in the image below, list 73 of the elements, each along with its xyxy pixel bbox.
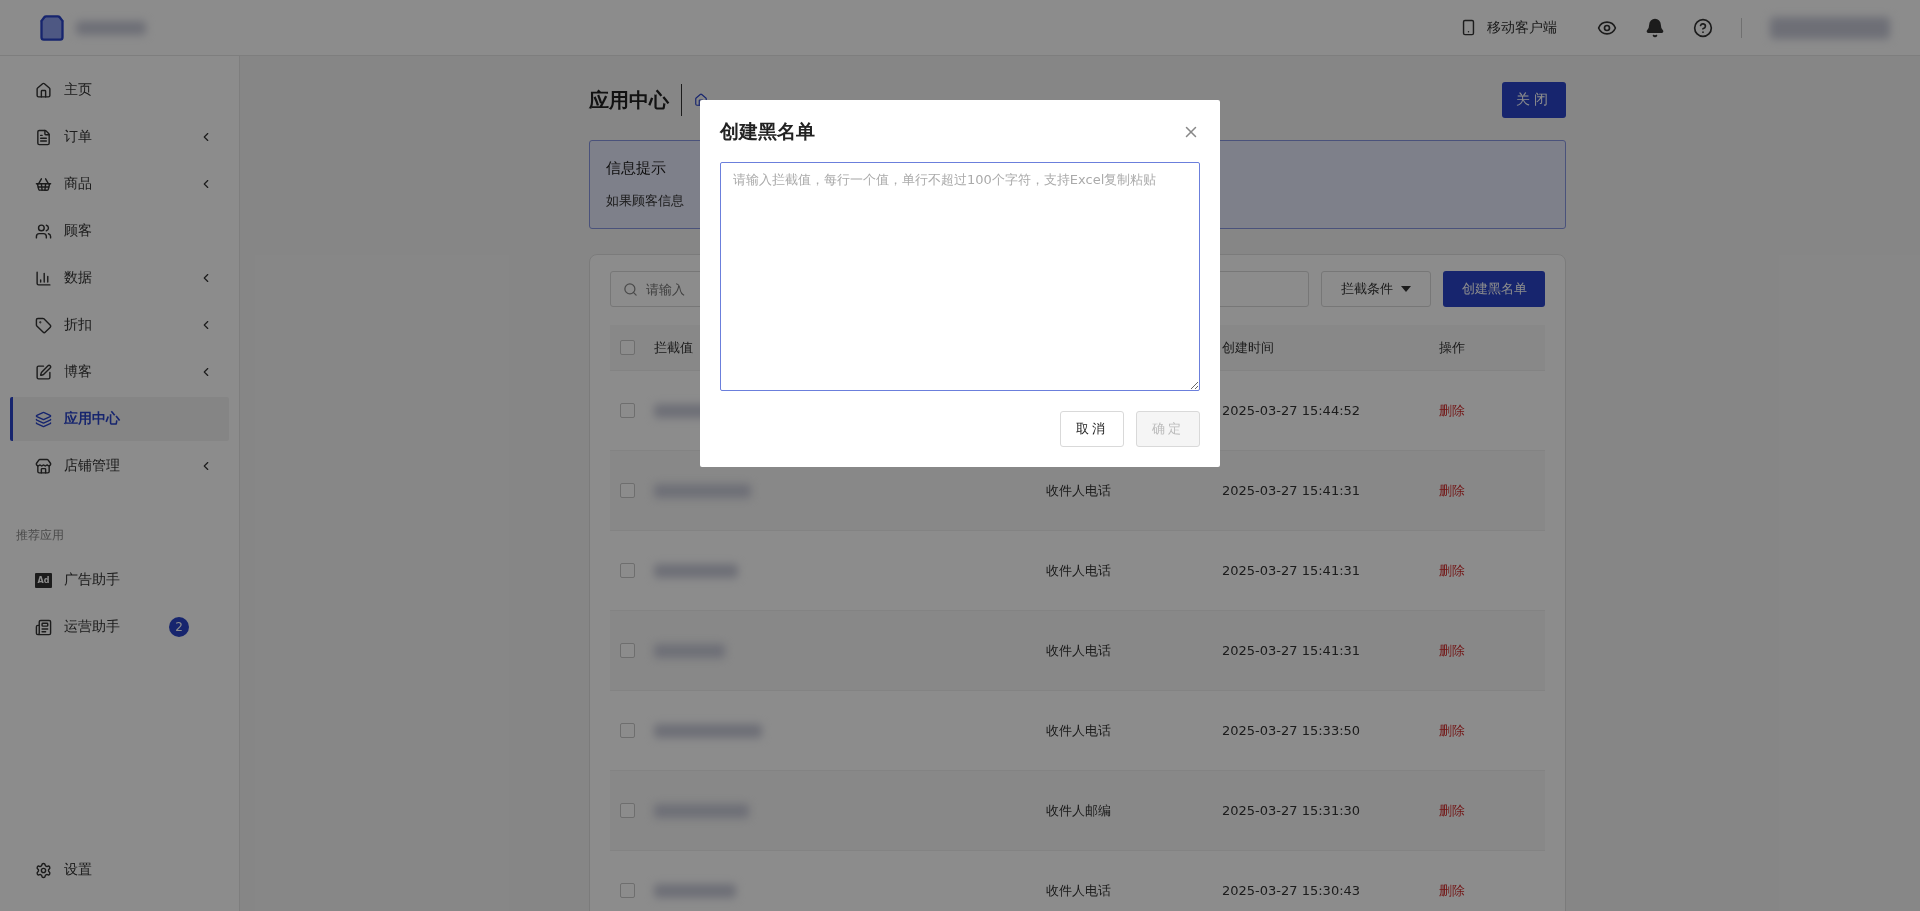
delete-link[interactable]: 删除 [1439, 402, 1465, 418]
delete-link[interactable]: 删除 [1439, 722, 1465, 738]
section-title: 推荐应用 [16, 527, 65, 544]
delete-link[interactable]: 删除 [1439, 802, 1465, 818]
page-title: 应用中心 [589, 86, 669, 114]
table-cell-text: 收件人电话 [1046, 721, 1112, 740]
count-badge: 2 [169, 617, 189, 637]
checkbox[interactable] [620, 803, 635, 818]
bell-icon[interactable] [1645, 17, 1665, 38]
sidebar-item[interactable]: 主页 [10, 68, 229, 112]
delete-link[interactable]: 删除 [1439, 642, 1465, 658]
delete-link[interactable]: 删除 [1439, 482, 1465, 498]
help-icon[interactable] [1693, 17, 1713, 38]
sidebar-item[interactable]: 数据 [10, 256, 229, 300]
home-icon [35, 81, 52, 99]
basket-icon [35, 175, 52, 193]
cancel-button[interactable]: 取消 [1060, 411, 1124, 447]
mobile-client-button[interactable]: 移动客户端 [1448, 18, 1569, 37]
edit-icon [35, 363, 52, 381]
caret-icon [1401, 286, 1411, 292]
dialog-title: 创建黑名单 [720, 118, 815, 144]
sidebar-item[interactable]: 应用中心 [10, 397, 229, 441]
sidebar-item[interactable]: Ad 广告助手 [10, 558, 229, 602]
document-icon [35, 128, 52, 146]
table-cell-text: 收件人电话 [1046, 641, 1112, 660]
store-icon [35, 457, 52, 475]
info-title: 信息提示 [606, 159, 667, 178]
checkbox[interactable] [620, 483, 635, 498]
column-header: 操作 [1439, 338, 1466, 357]
bar-chart-icon [35, 269, 52, 287]
users-icon [35, 222, 52, 240]
info-text: 如果顾客信息 [606, 192, 685, 210]
sidebar-item[interactable]: 运营助手 2 [10, 605, 229, 649]
checkbox[interactable] [620, 883, 635, 898]
blurred-store-name [76, 20, 146, 35]
sidebar-item[interactable]: 博客 [10, 350, 229, 394]
table-cell-text: 2025-03-27 15:44:52 [1222, 403, 1362, 418]
ad-icon: Ad [35, 572, 52, 588]
panel-icon [35, 618, 52, 636]
tag-icon [35, 316, 52, 334]
filter-dropdown[interactable]: 拦截条件 [1321, 271, 1431, 307]
settings-icon [35, 861, 52, 879]
sidebar-item[interactable]: 折扣 [10, 303, 229, 347]
sidebar-item[interactable]: 店铺管理 [10, 444, 229, 488]
logo-icon [38, 13, 66, 42]
column-header: 拦截值 [654, 338, 694, 357]
checkbox[interactable] [620, 340, 635, 355]
delete-link[interactable]: 删除 [1439, 562, 1465, 578]
table-cell-text: 收件人电话 [1046, 881, 1112, 900]
table-cell-text: 2025-03-27 15:30:43 [1222, 883, 1362, 898]
table-cell-text: 2025-03-27 15:31:30 [1222, 803, 1362, 818]
table-cell-text: 收件人电话 [1046, 481, 1112, 500]
table-cell-text: 2025-03-27 15:41:31 [1222, 643, 1362, 658]
checkbox[interactable] [620, 563, 635, 578]
search-icon [623, 281, 638, 297]
settings-item[interactable]: 设置 [10, 848, 229, 892]
checkbox[interactable] [620, 723, 635, 738]
checkbox[interactable] [620, 403, 635, 418]
close-button[interactable]: 关闭 [1502, 82, 1566, 118]
create-button[interactable]: 创建黑名单 [1443, 271, 1545, 307]
phone-icon [1460, 19, 1477, 36]
table-cell-text: 2025-03-27 15:41:31 [1222, 483, 1362, 498]
sidebar-item[interactable]: 商品 [10, 162, 229, 206]
sidebar-item[interactable]: 订单 [10, 115, 229, 159]
column-header: 创建时间 [1222, 338, 1275, 357]
table-cell-text: 2025-03-27 15:33:50 [1222, 723, 1362, 738]
layers-icon [35, 410, 52, 428]
sidebar-item[interactable]: 顾客 [10, 209, 229, 253]
table-cell-text: 2025-03-27 15:41:31 [1222, 563, 1362, 578]
checkbox[interactable] [620, 643, 635, 658]
table-cell-text: 收件人电话 [1046, 561, 1112, 580]
table-cell-text: 收件人邮编 [1046, 801, 1112, 820]
delete-link[interactable]: 删除 [1439, 882, 1465, 898]
